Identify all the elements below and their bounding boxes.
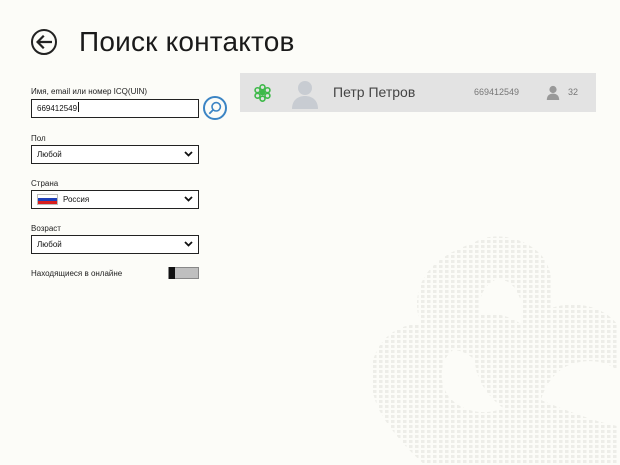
age-value: Любой bbox=[37, 240, 62, 249]
page-title: Поиск контактов bbox=[79, 26, 295, 57]
magnifier-icon bbox=[208, 101, 222, 115]
uin-value: 669412549 bbox=[37, 104, 78, 113]
online-toggle[interactable] bbox=[168, 267, 199, 279]
chevron-down-icon bbox=[184, 196, 193, 202]
uin-input[interactable]: 669412549 bbox=[31, 99, 199, 118]
gender-select[interactable]: Любой bbox=[31, 145, 199, 164]
country-label: Страна bbox=[31, 179, 59, 188]
age-label: Возраст bbox=[31, 224, 61, 233]
gender-value: Любой bbox=[37, 150, 62, 159]
online-label: Находящиеся в онлайне bbox=[31, 269, 123, 278]
search-button[interactable] bbox=[203, 96, 227, 120]
country-select[interactable]: Россия bbox=[31, 190, 199, 209]
russia-flag-icon bbox=[37, 194, 58, 205]
country-value: Россия bbox=[63, 195, 90, 204]
default-avatar-icon bbox=[292, 81, 318, 109]
age-select[interactable]: Любой bbox=[31, 235, 199, 254]
contact-uin: 669412549 bbox=[474, 87, 520, 97]
arrow-left-icon bbox=[36, 35, 52, 49]
gender-label: Пол bbox=[31, 134, 46, 143]
uin-label: Имя, email или номер ICQ(UIN) bbox=[31, 87, 148, 96]
back-button[interactable] bbox=[31, 29, 57, 55]
icq-flower-icon bbox=[254, 83, 271, 102]
search-result-row[interactable]: Петр Петров 669412549 32 bbox=[240, 73, 596, 112]
person-age-icon bbox=[546, 85, 560, 100]
contact-age: 32 bbox=[568, 87, 579, 97]
contact-name: Петр Петров bbox=[333, 84, 416, 100]
chevron-down-icon bbox=[184, 151, 193, 157]
toggle-thumb bbox=[169, 267, 175, 279]
text-caret bbox=[78, 102, 80, 112]
chevron-down-icon bbox=[184, 241, 193, 247]
icq-watermark-dots bbox=[371, 236, 617, 465]
